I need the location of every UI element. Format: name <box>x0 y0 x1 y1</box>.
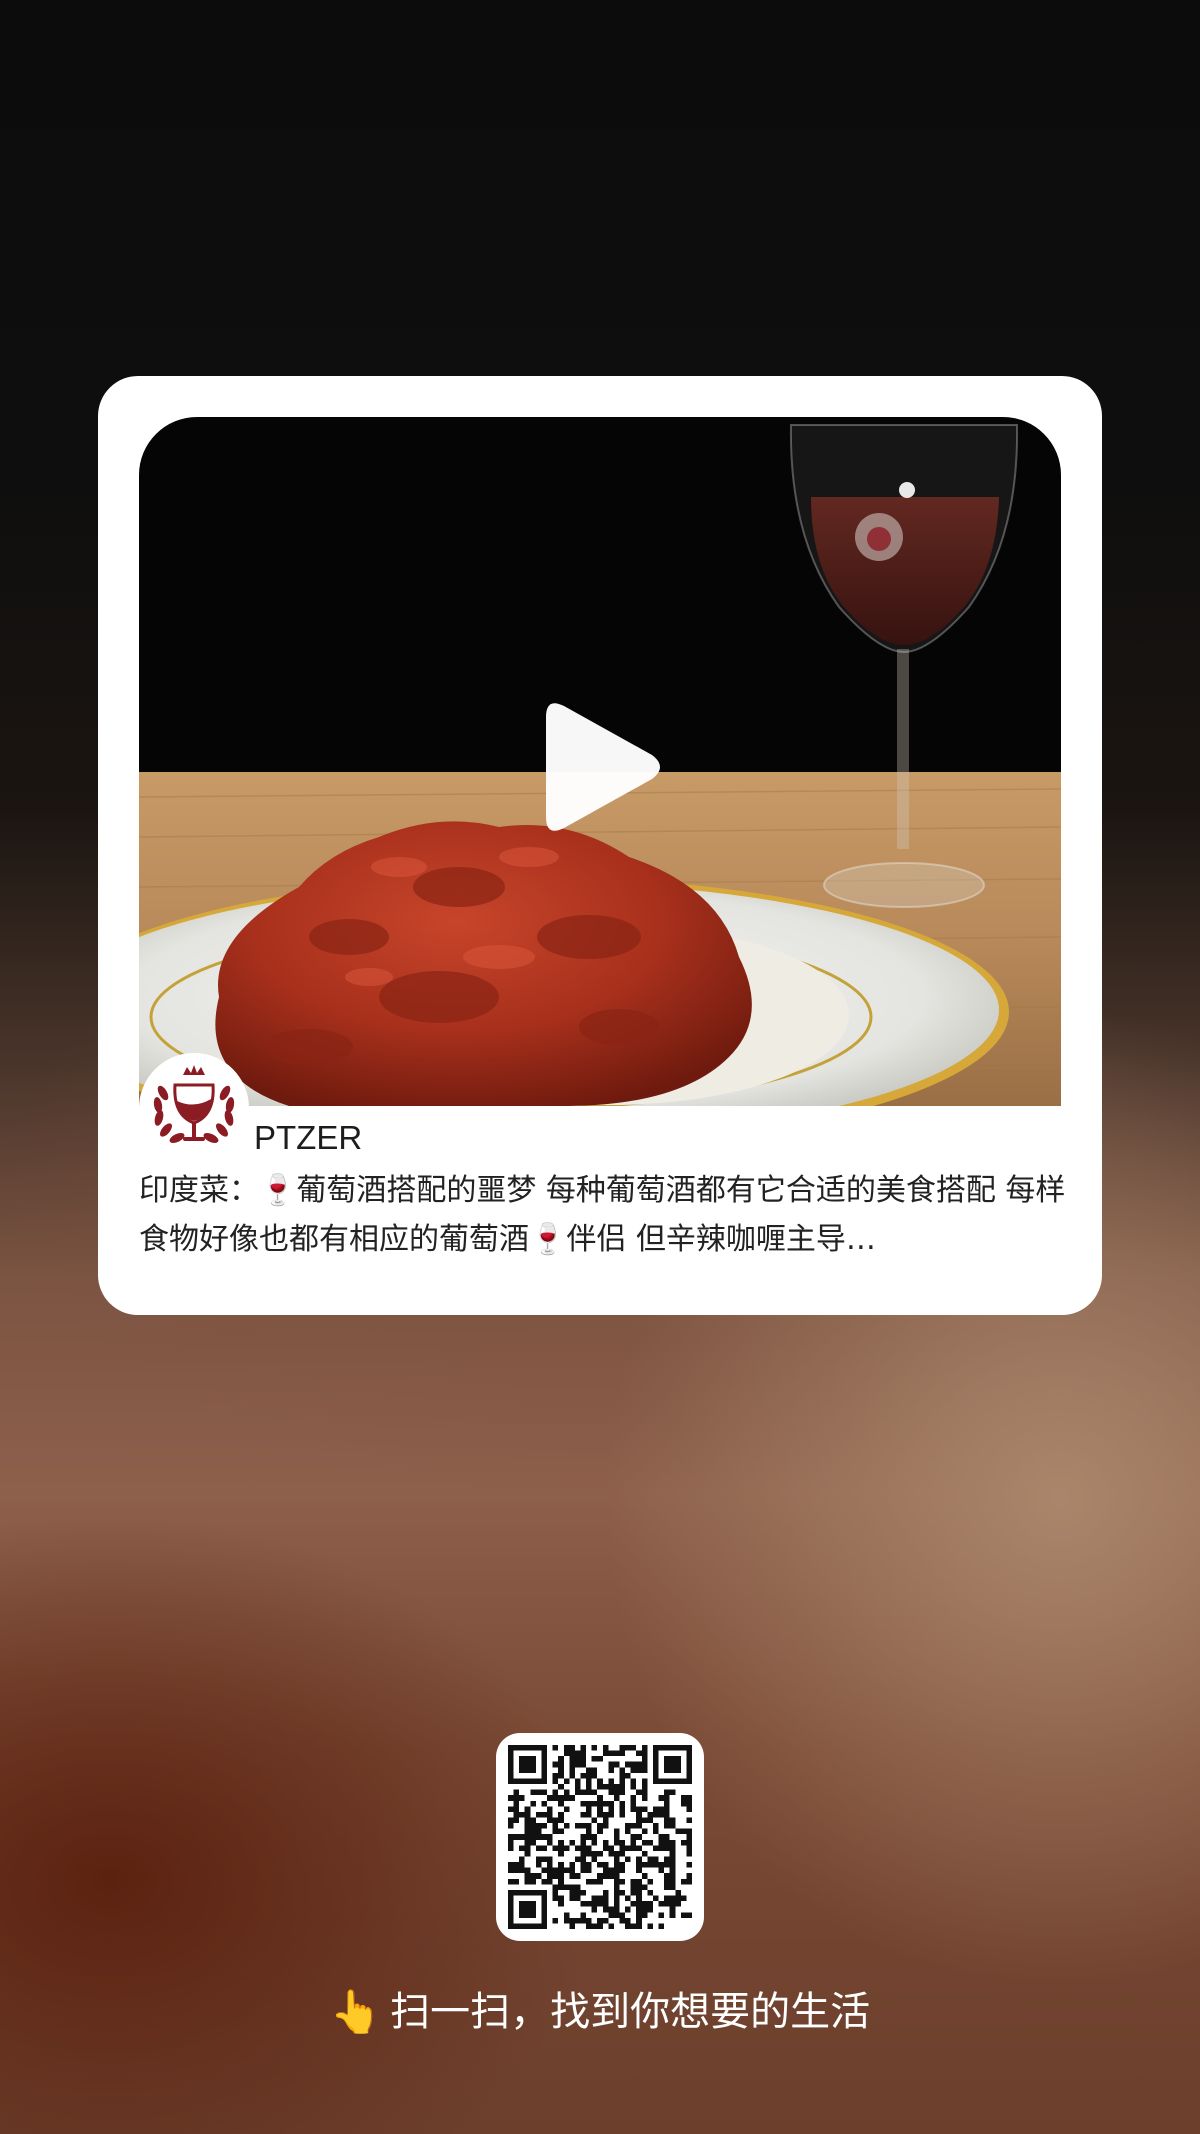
author-name[interactable]: PTZER <box>254 1118 362 1158</box>
scan-text: 扫一扫，找到你想要的生活 <box>390 1989 871 2035</box>
post-description[interactable]: 印度菜：🍷葡萄酒搭配的噩梦 每种葡萄酒都有它合适的美食搭配 每样食物好像也都有相… <box>139 1166 1069 1266</box>
share-card[interactable]: PTZER 印度菜：🍷葡萄酒搭配的噩梦 每种葡萄酒都有它合适的美食搭配 每样食物… <box>98 376 1102 1315</box>
video-player[interactable] <box>139 417 1061 1106</box>
wine-glass-laurel-logo-icon <box>142 1056 246 1160</box>
qr-code-icon <box>508 1745 692 1929</box>
qr-code <box>496 1733 704 1941</box>
scan-prompt: 👆 扫一扫，找到你想要的生活 <box>0 1978 1200 2044</box>
pointing-up-hand-icon: 👆 <box>329 1987 383 2036</box>
play-icon[interactable] <box>534 697 664 837</box>
author-avatar[interactable] <box>139 1053 249 1163</box>
